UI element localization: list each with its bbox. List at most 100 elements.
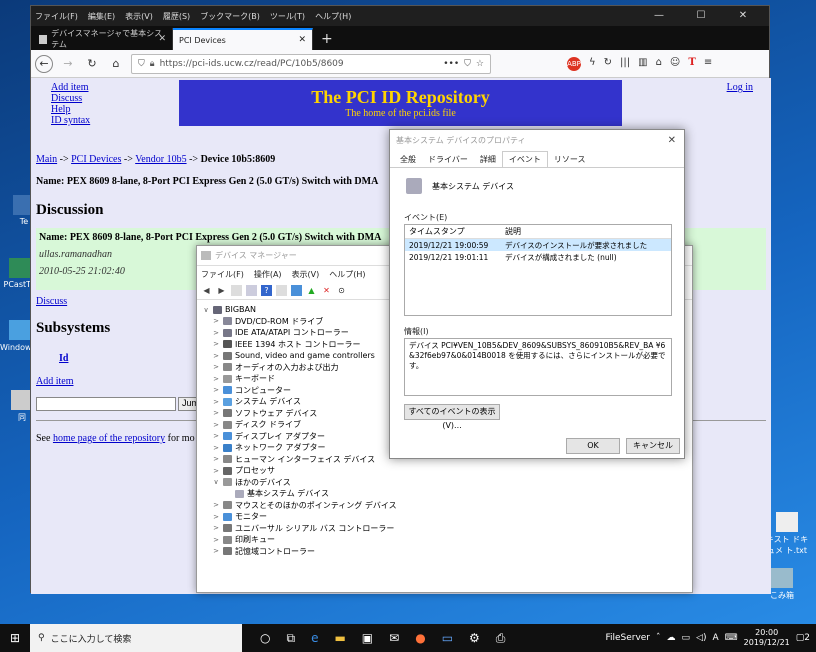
forward-icon[interactable]: ▶ <box>216 285 227 296</box>
chevron-right-icon[interactable]: > <box>211 352 221 360</box>
app-label[interactable]: FileServer <box>605 633 650 643</box>
close-icon[interactable]: ✕ <box>727 6 759 26</box>
view-all-events-button[interactable]: すべてのイベントの表示(V)... <box>404 404 500 430</box>
properties-icon[interactable] <box>246 285 257 296</box>
help-icon[interactable]: ? <box>261 285 272 296</box>
windows-start-icon[interactable]: ⊞ <box>0 631 30 645</box>
chevron-right-icon[interactable]: > <box>211 363 221 371</box>
chevron-up-icon[interactable]: ˆ <box>656 633 661 643</box>
events-list[interactable]: タイムスタンプ 説明 2019/12/21 19:00:59 デバイスのインスト… <box>404 224 672 316</box>
shield-icon[interactable]: ⛉ <box>138 59 145 69</box>
update-driver-icon[interactable]: ▲ <box>306 285 317 296</box>
chevron-right-icon[interactable]: > <box>211 340 221 348</box>
menu-help[interactable]: ヘルプ(H) <box>315 11 351 22</box>
link-help[interactable]: Help <box>51 104 90 115</box>
ok-button[interactable]: OK <box>566 438 620 454</box>
tree-item[interactable]: ∨ ほかのデバイス <box>201 477 692 489</box>
cancel-button[interactable]: キャンセル <box>626 438 680 454</box>
close-icon[interactable]: ✕ <box>668 135 676 146</box>
home-page-link[interactable]: home page of the repository <box>53 433 165 444</box>
tab-events[interactable]: イベント <box>501 151 548 167</box>
chevron-right-icon[interactable]: > <box>211 398 221 406</box>
chevron-right-icon[interactable]: > <box>211 444 221 452</box>
event-row[interactable]: 2019/12/21 19:01:11 デバイスが構成されました (null) <box>405 251 671 263</box>
discuss-link[interactable]: Discuss <box>36 296 67 307</box>
tab-resources[interactable]: リソース <box>548 152 592 167</box>
crumb-pci-devices[interactable]: PCI Devices <box>71 154 121 165</box>
firefox-icon[interactable]: ● <box>415 631 425 646</box>
uninstall-icon[interactable]: ✕ <box>321 285 332 296</box>
crumb-main[interactable]: Main <box>36 154 57 165</box>
new-tab-icon[interactable]: + <box>313 28 341 50</box>
bolt-icon[interactable]: ϟ <box>589 57 596 71</box>
menu-view[interactable]: 表示(V) <box>125 11 153 22</box>
sidebar-icon[interactable]: ▥ <box>638 57 647 71</box>
url-text[interactable]: https://pci-ids.ucw.cz/read/PC/10b5/8609 <box>160 59 439 69</box>
chevron-right-icon[interactable]: > <box>211 501 221 509</box>
dm-menu-view[interactable]: 表示(V) <box>292 269 320 280</box>
clock[interactable]: 20:00 2019/12/21 <box>744 628 790 648</box>
translate-icon[interactable]: T <box>688 57 695 71</box>
device-manager-task-icon[interactable]: ⎙ <box>496 631 506 646</box>
menu-tools[interactable]: ツール(T) <box>270 11 305 22</box>
network-icon[interactable]: ▭ <box>682 633 691 643</box>
tab-pci-devices[interactable]: PCI Devices ✕ <box>173 28 313 50</box>
reload-icon[interactable]: ↻ <box>83 55 101 73</box>
keyboard-icon[interactable]: ⌨ <box>725 633 738 643</box>
tree-item[interactable]: > マウスとそのほかのポインティング デバイス <box>201 500 692 512</box>
chevron-right-icon[interactable]: > <box>211 455 221 463</box>
account-icon[interactable]: ☺ <box>670 57 680 71</box>
mail-icon[interactable]: ✉ <box>389 631 399 646</box>
id-column-header[interactable]: Id <box>59 353 68 364</box>
info-text[interactable]: デバイス PCI¥VEN_10B5&DEV_8609&SUBSYS_860910… <box>404 338 672 396</box>
dm-menu-file[interactable]: ファイル(F) <box>201 269 244 280</box>
close-tab-icon[interactable]: ✕ <box>298 35 306 45</box>
chevron-right-icon[interactable]: > <box>211 536 221 544</box>
monitor-icon[interactable] <box>291 285 302 296</box>
settings-app-icon[interactable]: ⚙ <box>469 631 480 646</box>
col-description[interactable]: 説明 <box>505 226 671 237</box>
chevron-right-icon[interactable]: > <box>211 317 221 325</box>
dm-menu-help[interactable]: ヘルプ(H) <box>329 269 365 280</box>
menu-edit[interactable]: 編集(E) <box>88 11 115 22</box>
library-icon[interactable]: ||| <box>620 57 630 71</box>
col-timestamp[interactable]: タイムスタンプ <box>405 226 505 237</box>
forward-icon[interactable]: → <box>59 55 77 73</box>
tab-driver[interactable]: ドライバー <box>422 152 474 167</box>
menu-icon[interactable]: ≡ <box>704 57 712 71</box>
screenshot-icon[interactable]: ⌂ <box>656 57 662 71</box>
lock-icon[interactable]: 🔒︎ <box>150 59 155 69</box>
chevron-right-icon[interactable]: > <box>211 375 221 383</box>
crumb-vendor[interactable]: Vendor 10b5 <box>135 154 186 165</box>
notification-icon[interactable]: ▢2 <box>796 633 810 643</box>
chevron-right-icon[interactable]: > <box>211 409 221 417</box>
extension-badge-icon[interactable]: ABP <box>567 56 581 71</box>
tree-view-icon[interactable] <box>231 285 242 296</box>
dm-menu-action[interactable]: 操作(A) <box>254 269 282 280</box>
jump-input[interactable] <box>36 397 176 411</box>
tree-item[interactable]: > 印刷キュー <box>201 534 692 546</box>
menu-file[interactable]: ファイル(F) <box>35 11 78 22</box>
tab-general[interactable]: 全般 <box>394 152 422 167</box>
chevron-right-icon[interactable]: > <box>211 547 221 555</box>
sync-icon[interactable]: ↻ <box>604 57 612 71</box>
bookmark-star-icon[interactable]: ☆ <box>476 59 484 69</box>
back-icon[interactable]: ◀ <box>201 285 212 296</box>
tree-item[interactable]: 基本システム デバイス <box>201 488 692 500</box>
login-link[interactable]: Log in <box>727 82 753 93</box>
cortana-icon[interactable]: ○ <box>260 631 270 646</box>
remote-desktop-icon[interactable]: ▭ <box>442 631 453 646</box>
download-icon[interactable]: ⊙ <box>336 285 347 296</box>
volume-icon[interactable]: ◁) <box>696 633 706 643</box>
edge-icon[interactable]: e <box>311 631 318 646</box>
add-item-link[interactable]: Add item <box>36 376 74 387</box>
tree-item[interactable]: > モニター <box>201 511 692 523</box>
chevron-right-icon[interactable]: > <box>211 513 221 521</box>
link-add-item[interactable]: Add item <box>51 82 90 93</box>
list-icon[interactable] <box>276 285 287 296</box>
tree-item[interactable]: > 記憶域コントローラー <box>201 546 692 558</box>
link-id-syntax[interactable]: ID syntax <box>51 115 90 126</box>
menu-history[interactable]: 履歴(S) <box>163 11 190 22</box>
chevron-right-icon[interactable]: > <box>211 421 221 429</box>
close-tab-icon[interactable]: ✕ <box>158 34 166 44</box>
